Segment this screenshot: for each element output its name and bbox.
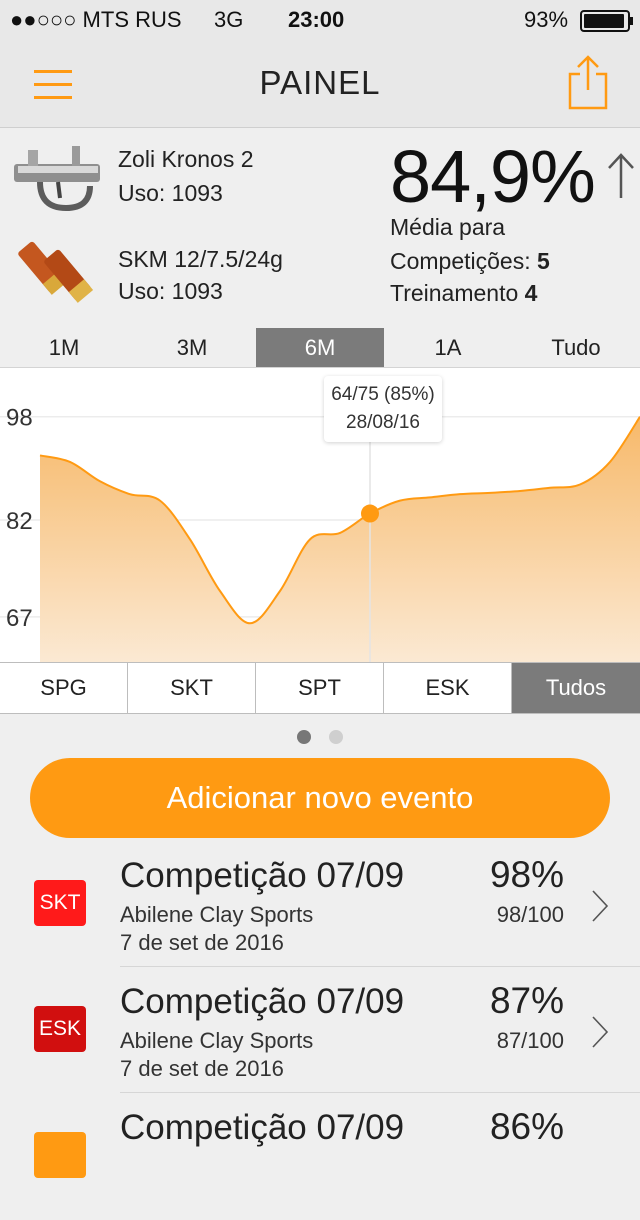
page-indicator-dot[interactable] bbox=[329, 730, 343, 744]
discipline-esk[interactable]: ESK bbox=[384, 663, 512, 713]
gun-usage: Uso: 1093 bbox=[118, 180, 223, 206]
event-place: Abilene Clay Sports bbox=[120, 1028, 314, 1053]
average-score: 84,9% bbox=[390, 135, 596, 218]
average-label: Média para bbox=[390, 214, 506, 240]
period-1a[interactable]: 1A bbox=[384, 328, 512, 367]
ammo-name: SKM 12/7.5/24g bbox=[118, 246, 283, 272]
chevron-right-icon bbox=[590, 888, 610, 924]
event-row[interactable]: Competição 07/09 86% bbox=[0, 1094, 640, 1220]
gun-name: Zoli Kronos 2 bbox=[118, 146, 254, 172]
network-label: 3G bbox=[214, 7, 244, 32]
tooltip-date: 28/08/16 bbox=[346, 412, 420, 433]
chart-area bbox=[40, 416, 640, 662]
period-selector: 1M 3M 6M 1A Tudo bbox=[0, 328, 640, 368]
event-place: Abilene Clay Sports bbox=[120, 902, 314, 927]
event-percent: 87% bbox=[489, 980, 564, 1021]
carrier-label: ●●○○○ MTS RUS bbox=[10, 7, 182, 32]
discipline-skt[interactable]: SKT bbox=[128, 663, 256, 713]
chart-canvas: 98 82 67 bbox=[0, 405, 640, 662]
ammo-usage: Uso: 1093 bbox=[118, 278, 223, 304]
discipline-badge: ESK bbox=[34, 1006, 86, 1052]
summary-panel: Zoli Kronos 2 Uso: 1093 SKM 12/7.5/24g U… bbox=[0, 128, 640, 328]
period-tudo[interactable]: Tudo bbox=[512, 328, 640, 367]
period-1m[interactable]: 1M bbox=[0, 328, 128, 367]
event-row[interactable]: SKT Competição 07/09 Abilene Clay Sports… bbox=[0, 842, 640, 968]
event-row[interactable]: ESK Competição 07/09 Abilene Clay Sports… bbox=[0, 968, 640, 1094]
battery-percent: 93% bbox=[524, 7, 569, 32]
training-label: Treinamento bbox=[390, 280, 519, 306]
performance-chart[interactable]: 98 82 67 64/75 (85%) 28/08/16 bbox=[0, 368, 640, 662]
share-icon[interactable] bbox=[566, 54, 610, 110]
event-score: 87/100 bbox=[496, 1028, 564, 1053]
gun-trigger-icon bbox=[10, 142, 106, 212]
status-bar: ●●○○○ MTS RUS 3G 23:00 93% bbox=[0, 0, 640, 40]
chart-highlight-point[interactable] bbox=[361, 504, 379, 523]
add-event-button[interactable]: Adicionar novo evento bbox=[30, 758, 610, 838]
row-divider bbox=[120, 1092, 640, 1093]
event-percent: 98% bbox=[489, 854, 564, 895]
discipline-badge: SKT bbox=[34, 880, 86, 926]
competitions-count: 5 bbox=[537, 248, 550, 274]
tooltip-score: 64/75 (85%) bbox=[331, 384, 435, 405]
event-title: Competição 07/09 bbox=[120, 1108, 405, 1147]
period-3m[interactable]: 3M bbox=[128, 328, 256, 367]
discipline-spg[interactable]: SPG bbox=[0, 663, 128, 713]
event-title: Competição 07/09 bbox=[120, 856, 405, 895]
event-score: 98/100 bbox=[496, 902, 564, 927]
period-6m[interactable]: 6M bbox=[256, 328, 384, 367]
y-axis-tick-label: 98 bbox=[6, 405, 33, 432]
arrow-up-icon bbox=[606, 152, 636, 200]
event-date: 7 de set de 2016 bbox=[120, 930, 284, 955]
event-title: Competição 07/09 bbox=[120, 982, 405, 1021]
shotgun-shells-icon bbox=[14, 234, 100, 306]
chart-tooltip: 64/75 (85%) 28/08/16 bbox=[324, 376, 442, 442]
chevron-right-icon bbox=[590, 1014, 610, 1050]
page-title: PAINEL bbox=[259, 64, 381, 101]
navigation-bar: PAINEL bbox=[0, 40, 640, 128]
discipline-selector: SPG SKT SPT ESK Tudos bbox=[0, 662, 640, 714]
competitions-label: Competições: bbox=[390, 248, 531, 274]
event-date: 7 de set de 2016 bbox=[120, 1056, 284, 1081]
training-count: 4 bbox=[524, 280, 538, 306]
event-percent: 86% bbox=[489, 1106, 564, 1147]
y-axis-tick-label: 67 bbox=[6, 605, 33, 632]
row-divider bbox=[120, 966, 640, 967]
battery-icon bbox=[580, 10, 633, 32]
discipline-tudos[interactable]: Tudos bbox=[512, 663, 640, 713]
y-axis-tick-label: 82 bbox=[6, 508, 33, 535]
competitions-stat: Competições: 5 bbox=[390, 248, 550, 275]
page-indicator-dot-active[interactable] bbox=[297, 730, 311, 744]
discipline-spt[interactable]: SPT bbox=[256, 663, 384, 713]
clock: 23:00 bbox=[288, 7, 345, 32]
training-stat: Treinamento 4 bbox=[390, 280, 537, 307]
discipline-badge bbox=[34, 1132, 86, 1178]
